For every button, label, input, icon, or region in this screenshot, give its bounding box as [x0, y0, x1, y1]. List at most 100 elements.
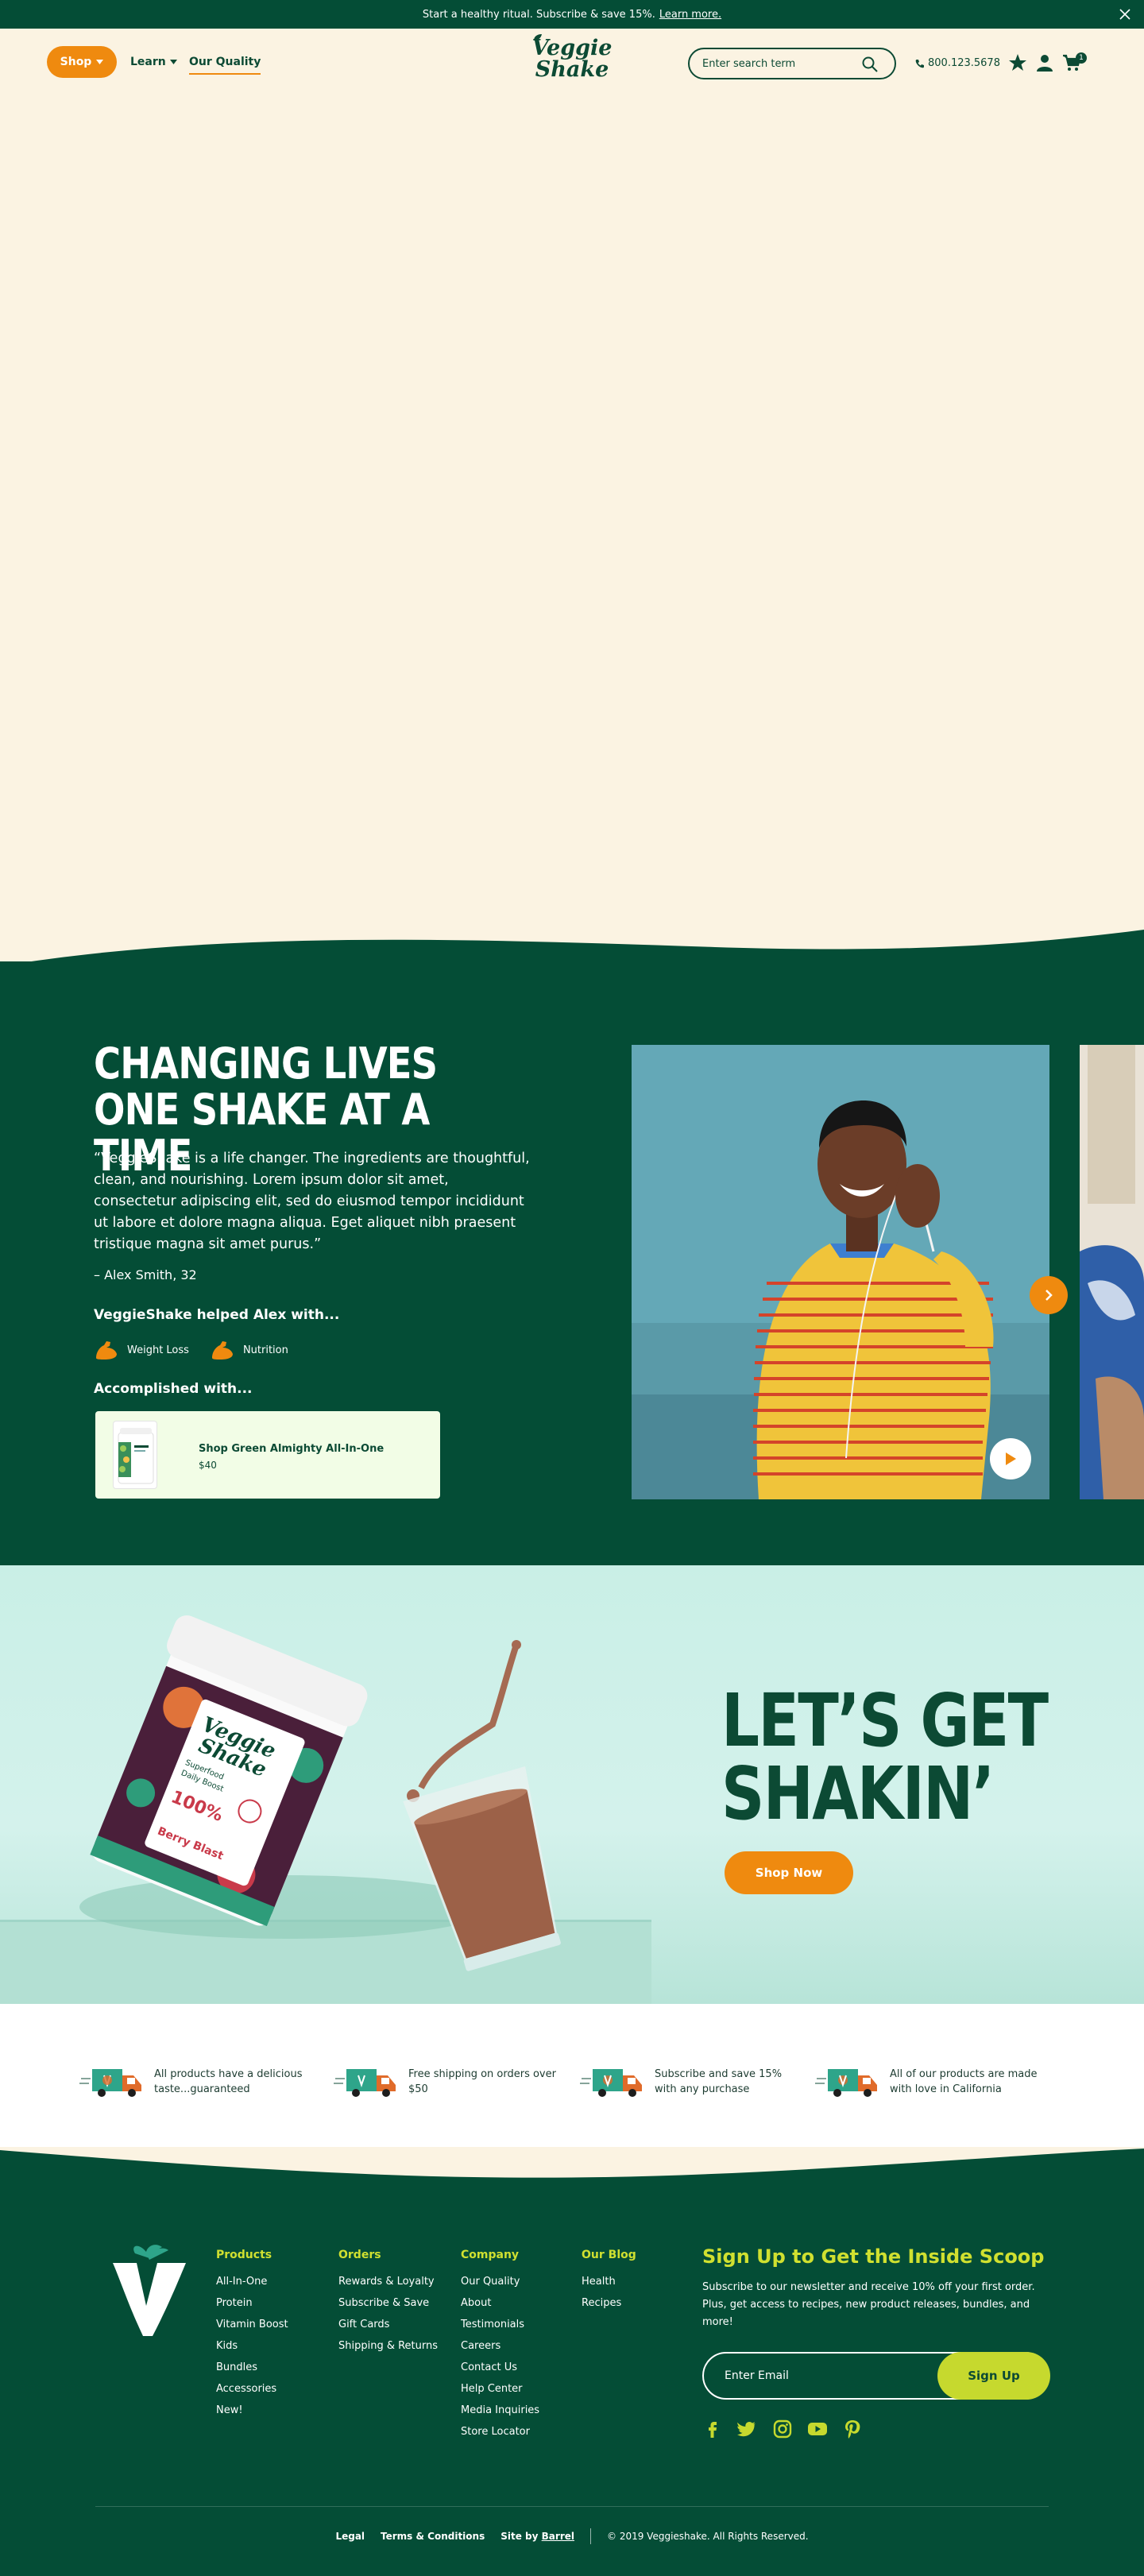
account-icon[interactable]: [1034, 52, 1055, 73]
pinterest-icon[interactable]: [842, 2419, 863, 2439]
product-price: $40: [199, 1460, 217, 1471]
veggieshake-logo[interactable]: Veggie Shake: [528, 34, 616, 86]
play-video-button[interactable]: [990, 1438, 1031, 1479]
announcement-link[interactable]: Learn more.: [659, 9, 721, 21]
promo-product-illustration: Veggie Shake Superfood Daily Boost 100% …: [0, 1615, 651, 2004]
feature-taste: All products have a delicious taste...gu…: [79, 2064, 305, 2099]
footer-col-title: Company: [461, 2249, 520, 2261]
announcement-text: Start a healthy ritual. Subscribe & save…: [422, 8, 655, 21]
site-by-label: Site by: [500, 2531, 539, 2542]
footer-link[interactable]: Store Locator: [461, 2426, 539, 2438]
cart-count-badge: 1: [1076, 52, 1087, 64]
search-icon[interactable]: [861, 56, 879, 73]
footer-link[interactable]: About: [461, 2297, 539, 2309]
email-field[interactable]: [704, 2354, 942, 2398]
testimonial-section: CHANGING LIVES ONE SHAKE AT A TIME “Vegg…: [0, 961, 1144, 1565]
flexed-arm-icon: [211, 1341, 233, 1360]
benefits-list: Weight Loss Nutrition: [94, 1339, 288, 1361]
footer-link[interactable]: Kids: [216, 2340, 288, 2352]
footer-link[interactable]: Rewards & Loyalty: [338, 2276, 438, 2288]
features-strip: All products have a delicious taste...gu…: [0, 2004, 1144, 2147]
footer-link[interactable]: Gift Cards: [338, 2319, 438, 2330]
footer-link[interactable]: Recipes: [582, 2297, 636, 2309]
copyright-text: © 2019 Veggieshake. All Rights Reserved.: [607, 2531, 809, 2542]
shop-menu-button[interactable]: Shop: [47, 46, 117, 78]
feature-text: Free shipping on orders over $50: [408, 2068, 556, 2095]
learn-menu[interactable]: Learn: [130, 56, 177, 68]
benefit-label: Weight Loss: [127, 1344, 189, 1356]
footer-link[interactable]: Accessories: [216, 2383, 288, 2395]
footer-col-title: Orders: [338, 2249, 381, 2261]
logo-line-2: Shake: [535, 57, 609, 82]
footer-link[interactable]: Protein: [216, 2297, 288, 2309]
feature-subscribe: Subscribe and save 15% with any purchase: [580, 2064, 806, 2099]
product-card[interactable]: Shop Green Almighty All-In-One $40: [95, 1411, 440, 1499]
footer-link[interactable]: Subscribe & Save: [338, 2297, 438, 2309]
footer-col-title: Products: [216, 2249, 272, 2261]
newsletter-description: Subscribe to our newsletter and receive …: [702, 2281, 1035, 2328]
barrel-link[interactable]: Barrel: [542, 2531, 574, 2542]
delivery-truck-icon: [79, 2069, 141, 2097]
footer-link[interactable]: Health: [582, 2276, 636, 2288]
feature-text: Subscribe and save 15% with any purchase: [655, 2068, 783, 2095]
feature-text: All products have a delicious taste...gu…: [154, 2068, 303, 2095]
testimonial-quote: “VeggieShake is a life changer. The ingr…: [94, 1151, 530, 1252]
helped-with-title: VeggieShake helped Alex with...: [94, 1307, 340, 1323]
twitter-icon[interactable]: [737, 2419, 758, 2439]
footer-link[interactable]: Contact Us: [461, 2361, 539, 2373]
footer-link[interactable]: Our Quality: [461, 2276, 539, 2288]
close-icon[interactable]: [1117, 6, 1133, 22]
caret-down-icon: [169, 60, 177, 64]
footer-link[interactable]: Bundles: [216, 2361, 288, 2373]
delivery-truck-icon: [580, 2069, 642, 2097]
feature-text: All of our products are made with love i…: [890, 2068, 1038, 2095]
promo-section: Veggie Shake Superfood Daily Boost 100% …: [0, 1565, 1144, 2004]
footer-col-title: Our Blog: [582, 2249, 636, 2261]
footer-divider: [95, 2506, 1049, 2507]
footer-link[interactable]: Shipping & Returns: [338, 2340, 438, 2352]
legal-bar: Legal Terms & Conditions Site by Barrel …: [0, 2528, 1144, 2544]
footer-link[interactable]: All-In-One: [216, 2276, 288, 2288]
benefit-weight-loss: Weight Loss: [94, 1339, 189, 1361]
footer-link[interactable]: Vitamin Boost: [216, 2319, 288, 2330]
footer-link[interactable]: Careers: [461, 2340, 539, 2352]
social-links: [702, 2419, 863, 2439]
site-by-credit: Site by Barrel: [500, 2531, 574, 2542]
play-icon: [1006, 1452, 1016, 1465]
sign-up-button[interactable]: Sign Up: [937, 2352, 1050, 2400]
footer-col-blog: Our Blog Health Recipes: [582, 2249, 636, 2319]
promo-title: LET’S GET SHAKIN’: [721, 1684, 1060, 1831]
newsletter-title: Sign Up to Get the Inside Scoop: [702, 2245, 1045, 2268]
terms-link[interactable]: Terms & Conditions: [381, 2531, 485, 2542]
footer-link[interactable]: New!: [216, 2404, 288, 2416]
next-testimonial-photo[interactable]: [1080, 1045, 1144, 1499]
next-slide-button[interactable]: [1030, 1276, 1068, 1314]
legal-link[interactable]: Legal: [335, 2531, 365, 2542]
promo-title-line-1: LET’S GET: [721, 1678, 1049, 1763]
accomplished-with-title: Accomplished with...: [94, 1381, 253, 1397]
newsletter-form: Sign Up: [702, 2352, 1050, 2400]
our-quality-link[interactable]: Our Quality: [189, 56, 261, 75]
site-footer: Products All-In-One Protein Vitamin Boos…: [0, 2179, 1144, 2576]
footer-col-company: Company Our Quality About Testimonials C…: [461, 2249, 539, 2447]
learn-label: Learn: [130, 56, 166, 68]
benefit-nutrition: Nutrition: [210, 1339, 288, 1361]
phone-text: 800.123.5678: [928, 57, 1000, 69]
benefit-label: Nutrition: [242, 1344, 288, 1356]
instagram-icon[interactable]: [772, 2419, 793, 2439]
footer-link[interactable]: Help Center: [461, 2383, 539, 2395]
feature-shipping: Free shipping on orders over $50: [334, 2064, 559, 2099]
youtube-icon[interactable]: [807, 2419, 828, 2439]
product-thumbnail: [113, 1421, 157, 1489]
legal-separator: [590, 2528, 591, 2544]
hero-wave-divider: [0, 930, 1144, 969]
shop-now-button[interactable]: Shop Now: [725, 1851, 853, 1894]
veggieshake-v-logo[interactable]: [110, 2242, 189, 2336]
footer-link[interactable]: Testimonials: [461, 2319, 539, 2330]
footer-link[interactable]: Media Inquiries: [461, 2404, 539, 2416]
facebook-icon[interactable]: [702, 2419, 723, 2439]
product-name[interactable]: Shop Green Almighty All-In-One: [199, 1443, 384, 1455]
phone-number[interactable]: 800.123.5678: [915, 57, 1000, 69]
star-icon[interactable]: [1007, 52, 1028, 73]
caret-down-icon: [96, 60, 104, 64]
